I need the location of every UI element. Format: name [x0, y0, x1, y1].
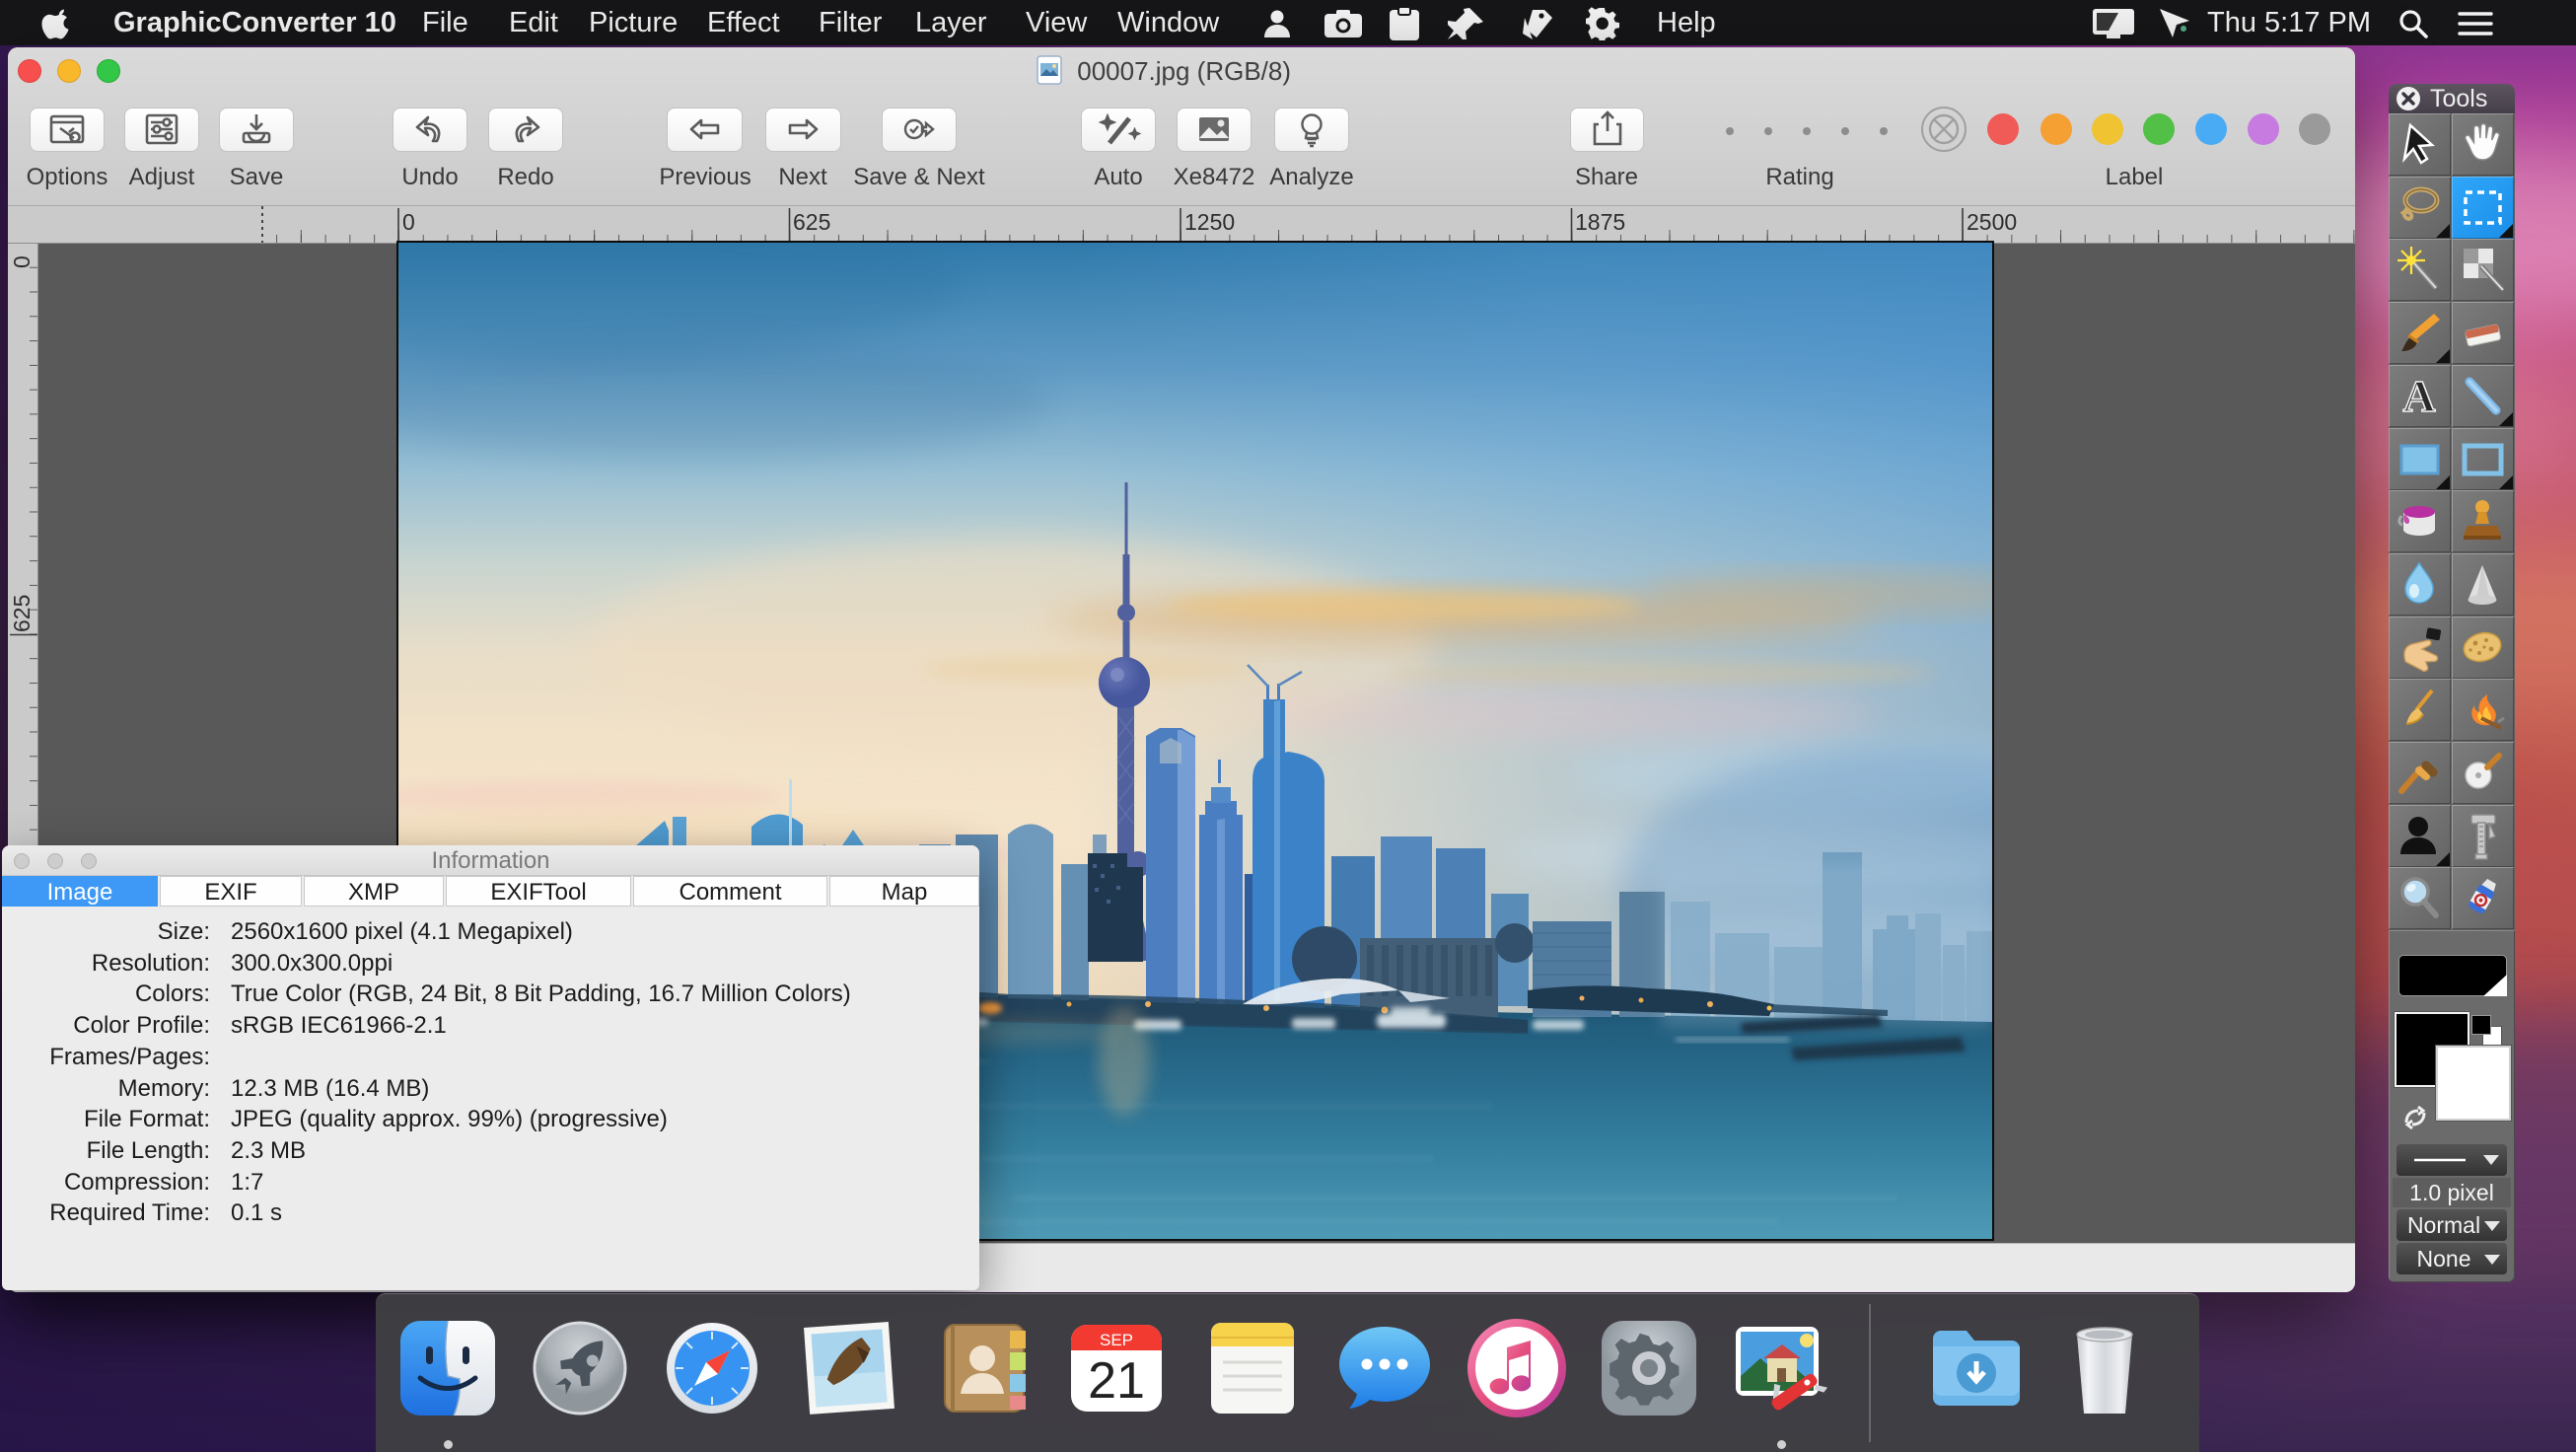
svg-text:625: 625: [9, 595, 35, 632]
svg-text:2500: 2500: [1967, 209, 2017, 235]
svg-text:21: 21: [1088, 1352, 1145, 1410]
svg-text:SEP: SEP: [1100, 1331, 1133, 1349]
svg-text:625: 625: [793, 209, 830, 235]
svg-text:1250: 1250: [1184, 209, 1235, 235]
svg-text:A: A: [2402, 371, 2435, 421]
svg-text:0: 0: [402, 209, 415, 235]
svg-text:0: 0: [9, 255, 35, 268]
svg-text:1875: 1875: [1575, 209, 1625, 235]
